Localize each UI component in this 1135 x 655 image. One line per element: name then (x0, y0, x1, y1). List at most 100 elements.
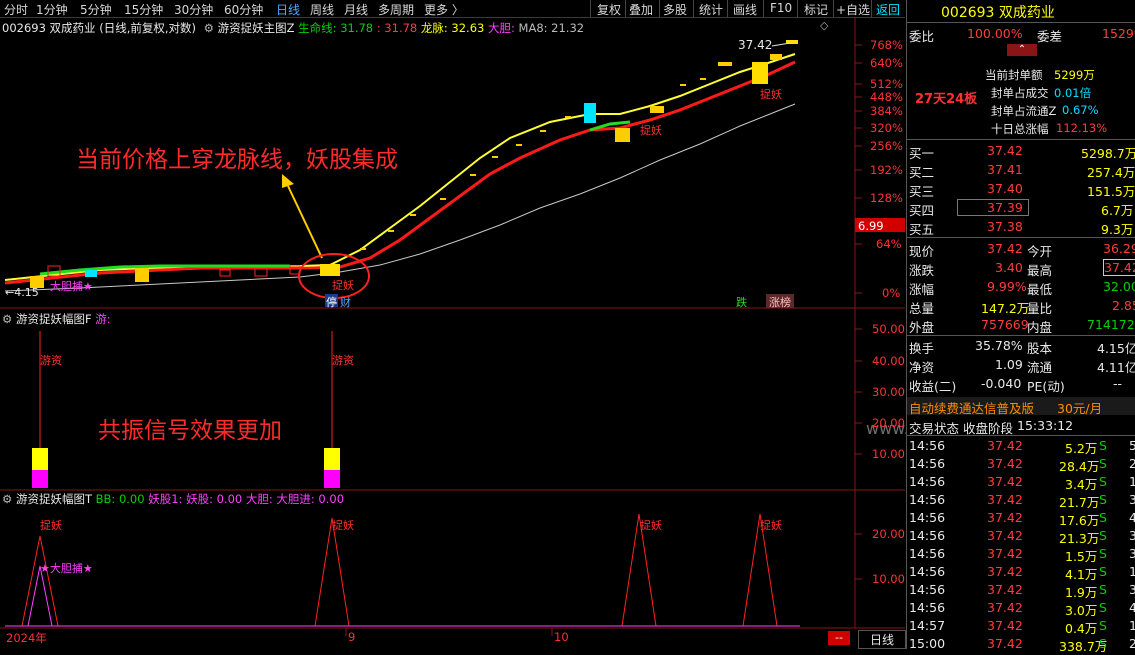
axis-label: 256% (870, 139, 903, 153)
tick-count: 4 (1129, 510, 1135, 525)
ma8-value: MA8: 21.32 (518, 21, 585, 35)
fuquan-button[interactable]: 复权 (597, 1, 621, 18)
bid-label: 买五 (909, 222, 935, 237)
tab-multiperiod[interactable]: 多周期 (378, 1, 414, 18)
bid-price[interactable]: 37.40 (987, 181, 1023, 196)
bid-price[interactable]: 37.42 (987, 143, 1023, 158)
settings-icon[interactable]: ⚙ (2, 312, 12, 326)
quote-panel: 002693 双成药业 委比 100.00% 委差 15299 ⌃ 27天24板… (906, 0, 1135, 654)
stat-label: 量比 (1027, 301, 1053, 316)
mark-button[interactable]: 标记 (804, 1, 828, 18)
axis-label: 50.00 (872, 322, 905, 336)
info-value: 0.01倍 (1054, 86, 1092, 100)
tick-price: 37.42 (987, 510, 1023, 525)
draw-button[interactable]: 画线 (733, 1, 757, 18)
stat-value: 3.40 (995, 260, 1023, 275)
tick-count: 1 (1129, 564, 1135, 579)
bid-label: 买三 (909, 184, 935, 199)
tab-60min[interactable]: 60分钟 (224, 1, 263, 18)
tab-weekly[interactable]: 周线 (310, 1, 334, 18)
lifeline-sub: : 31.78 (376, 21, 418, 35)
tab-fenshi[interactable]: 分时 (4, 1, 28, 18)
period-select[interactable]: 日线 (858, 630, 906, 649)
stat-label: 股本 (1027, 341, 1053, 356)
bid-volume: 151.5万 (1087, 184, 1135, 199)
f10-button[interactable]: F10 (770, 1, 792, 15)
back-button[interactable]: 返回 (876, 1, 900, 18)
promo-label[interactable]: 自动续费通达信普及版 (909, 398, 1034, 417)
date-label: 9 (348, 630, 356, 644)
dragon-value: 龙脉: 32.63 (420, 21, 485, 35)
collapse-icon[interactable]: ⌃ (1007, 44, 1037, 56)
axis-label: 512% (870, 77, 903, 91)
promo-price[interactable]: 30元/月 (1057, 398, 1102, 417)
panel2-sub: 游: (95, 312, 111, 326)
overlay-button[interactable]: 叠加 (629, 1, 653, 18)
drop-badge[interactable]: 跌 (736, 294, 747, 310)
settings-icon[interactable]: ⚙ (2, 492, 12, 506)
axis-label: 768% (870, 38, 903, 52)
zoom-indicator[interactable]: -- (828, 631, 850, 645)
tick-side: S (1099, 492, 1107, 507)
add-watchlist-button[interactable]: +自选 (836, 1, 870, 18)
suspend-badge[interactable]: 停 (325, 294, 338, 309)
axis-label: 30.00 (872, 385, 905, 399)
rank-badge[interactable]: 涨榜 (766, 294, 794, 309)
tab-5min[interactable]: 5分钟 (80, 1, 112, 18)
collapse-icon[interactable]: ◇ (820, 19, 828, 32)
panel3-yaogu: 妖股1: 妖股: 0.00 (148, 492, 243, 506)
tab-1min[interactable]: 1分钟 (36, 1, 68, 18)
stats-button[interactable]: 统计 (699, 1, 723, 18)
multistock-button[interactable]: 多股 (663, 1, 687, 18)
dagan-label: 大胆: (488, 21, 515, 35)
settings-icon[interactable]: ⚙ (204, 21, 214, 35)
bid-price[interactable]: 37.38 (987, 219, 1023, 234)
tick-time: 14:56 (909, 438, 946, 453)
stat-label: 总量 (909, 301, 935, 316)
tab-15min[interactable]: 15分钟 (124, 1, 163, 18)
tick-time: 14:56 (909, 492, 946, 507)
stock-code-name: 002693 双成药业 (941, 5, 1055, 21)
indicator-name[interactable]: 游资捉妖主图Z (218, 21, 295, 35)
tick-row: 14:56 37.42 5.2万 S 5 (907, 437, 1135, 456)
tab-monthly[interactable]: 月线 (344, 1, 368, 18)
tick-side: S (1099, 438, 1107, 453)
tab-more[interactable]: 更多 〉 (424, 1, 464, 18)
tick-price: 37.42 (987, 438, 1023, 453)
tick-row: 14:56 37.42 28.4万 S 2 (907, 455, 1135, 474)
stat-label: 今开 (1027, 244, 1053, 259)
axis-label: 20.00 (872, 527, 905, 541)
tick-side: S (1099, 600, 1107, 615)
panel2-header: ⚙ 游资捉妖幅图F 游: (2, 311, 111, 327)
axis-label: 192% (870, 163, 903, 177)
panel2-title[interactable]: 游资捉妖幅图F (16, 312, 92, 326)
tick-row: 14:56 37.42 1.9万 S 3 (907, 581, 1135, 600)
tick-row: 14:56 37.42 21.7万 S 3 (907, 491, 1135, 510)
tick-row: 14:57 37.42 0.4万 S 1 (907, 617, 1135, 636)
axis-label: 10.00 (872, 447, 905, 461)
wc-label: 委差 (1037, 29, 1063, 44)
bid-price[interactable]: 37.39 (987, 200, 1023, 215)
peak-label: 捉妖 (760, 519, 782, 532)
axis-label: 20.00 (872, 416, 905, 430)
tick-row: 14:56 37.42 4.1万 S 1 (907, 563, 1135, 582)
axis-label: 384% (870, 104, 903, 118)
stat-label: 外盘 (909, 320, 935, 335)
tab-30min[interactable]: 30分钟 (174, 1, 213, 18)
zhuoyao-label: 捉妖 (332, 279, 354, 292)
tick-side: S (1099, 618, 1107, 633)
stat-label: 流通 (1027, 360, 1053, 375)
tab-daily[interactable]: 日线 (276, 1, 300, 18)
chart-annotation: 当前价格上穿龙脉线，妖股集成 (76, 147, 398, 173)
tick-count: 2 (1129, 456, 1135, 471)
tick-time: 14:56 (909, 510, 946, 525)
tick-time: 14:56 (909, 564, 946, 579)
phase-time: 15:33:12 (1017, 418, 1074, 433)
info-label: 封单占流通Z (991, 104, 1057, 118)
finance-badge[interactable]: 财 (340, 294, 351, 310)
bid-price[interactable]: 37.41 (987, 162, 1023, 177)
axis-label: 640% (870, 56, 903, 70)
kline-chart[interactable] (0, 18, 905, 649)
panel3-title[interactable]: 游资捉妖幅图T (16, 492, 92, 506)
bid-volume: 9.3万 (1101, 222, 1134, 237)
